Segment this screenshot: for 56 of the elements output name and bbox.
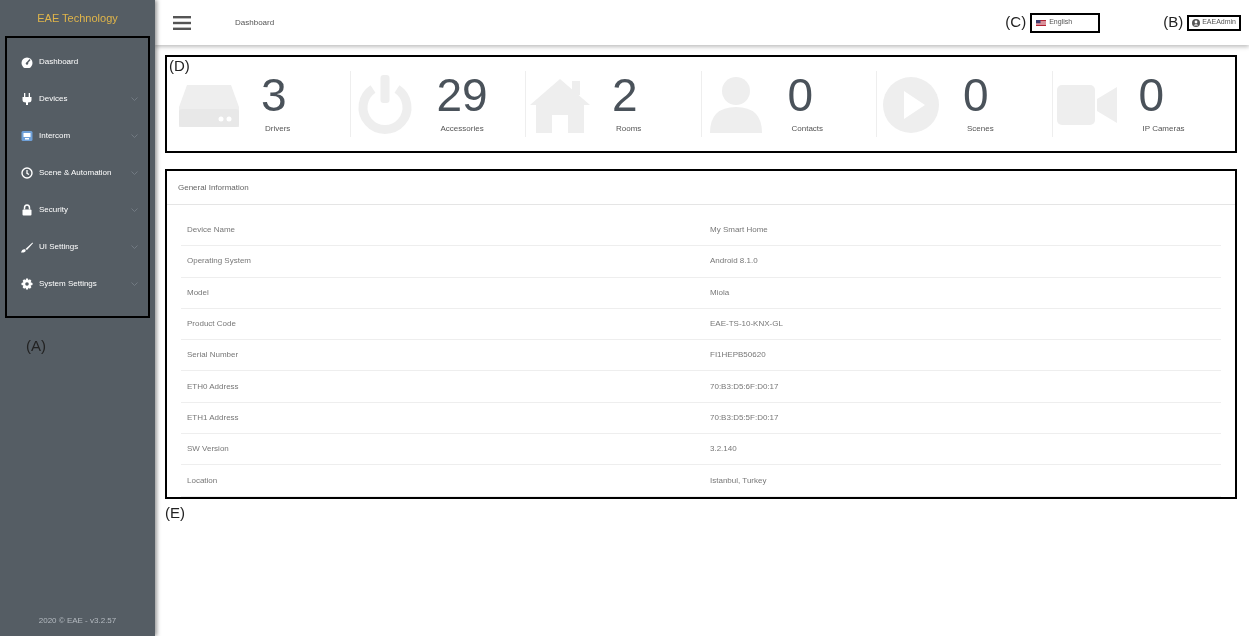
- stat-label: Drivers: [265, 123, 291, 135]
- sidebar-item[interactable]: Intercom: [7, 117, 148, 154]
- breadcrumb: Dashboard: [235, 16, 275, 29]
- stat-label: Contacts: [791, 123, 824, 135]
- plug-icon: [21, 92, 33, 105]
- info-label: ETH1 Address: [187, 411, 240, 424]
- annotation-label: (C): [1005, 12, 1027, 33]
- sidebar-item[interactable]: UI Settings: [7, 228, 148, 265]
- stat-label: Rooms: [616, 123, 642, 135]
- info-value: My Smart Home: [710, 224, 768, 237]
- info-label: ETH0 Address: [187, 380, 240, 393]
- lock-icon: [21, 203, 33, 216]
- sidebar-item[interactable]: Devices: [7, 80, 148, 117]
- info-value: Istanbul, Turkey: [710, 474, 767, 487]
- annotation-label: (A): [26, 337, 46, 354]
- footer-text: 2020 © EAE - v3.2.57: [38, 615, 117, 627]
- user-icon: [1192, 18, 1201, 27]
- gear-icon: [21, 277, 33, 290]
- brush-icon: [21, 240, 33, 253]
- info-value: 70:B3:D5:6F:D0:17: [710, 380, 779, 393]
- gauge-icon: [21, 55, 33, 68]
- info-value: Miola: [710, 286, 730, 299]
- info-value: 3.2.140: [710, 443, 737, 456]
- sidebar-item[interactable]: Security: [7, 191, 148, 228]
- stat-label: Scenes: [967, 123, 994, 135]
- annotation-label: (B): [1163, 12, 1184, 33]
- sidebar-item[interactable]: Dashboard: [7, 43, 148, 80]
- stat-value: 29: [436, 69, 488, 121]
- annotation-label: (D): [169, 56, 190, 76]
- info-value: FI1HEPB50620: [710, 349, 766, 362]
- info-label: Device Name: [187, 224, 236, 237]
- info-value: 70:B3:D5:5F:D0:17: [710, 411, 779, 424]
- stat-value: 3: [261, 69, 287, 121]
- clock-icon: [21, 166, 33, 179]
- brand-title: EAE Technology: [37, 10, 118, 26]
- sidebar-item[interactable]: System Settings: [7, 265, 148, 302]
- flag-icon: [1036, 19, 1047, 26]
- info-value: Android 8.1.0: [710, 255, 758, 268]
- stat-value: 2: [612, 69, 638, 121]
- info-value: EAE-TS-10-KNX-GL: [710, 318, 783, 331]
- annotation-label: (E): [165, 503, 185, 521]
- card-title: General Information: [178, 181, 249, 194]
- stat-label: Accessories: [440, 123, 484, 135]
- stat-value: 0: [1138, 69, 1165, 121]
- info-label: Operating System: [187, 255, 253, 268]
- info-label: SW Version: [187, 443, 230, 456]
- menu-icon[interactable]: [173, 15, 191, 30]
- info-label: Product Code: [187, 318, 237, 331]
- stat-value: 0: [787, 69, 814, 121]
- sidebar-item[interactable]: Scene & Automation: [7, 154, 148, 191]
- stat-value: 0: [963, 69, 989, 121]
- stat-label: IP Cameras: [1142, 123, 1185, 135]
- info-label: Serial Number: [187, 349, 240, 362]
- info-label: Location: [187, 474, 219, 487]
- info-label: Model: [187, 286, 210, 299]
- intercom-icon: [21, 129, 33, 142]
